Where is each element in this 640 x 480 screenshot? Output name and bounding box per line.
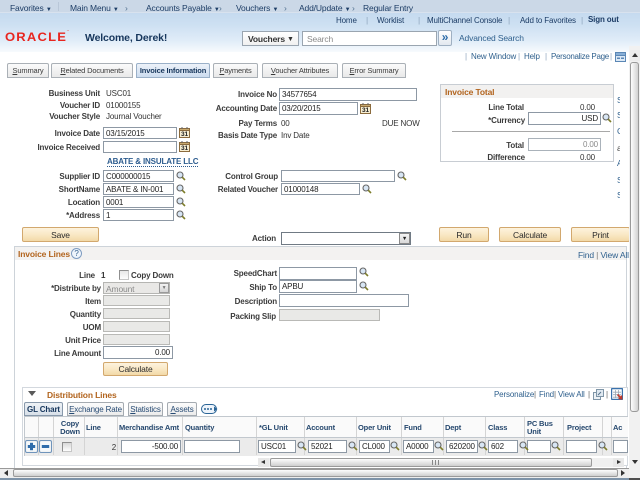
svg-text:31: 31 — [362, 107, 369, 114]
svg-text:31: 31 — [181, 145, 188, 152]
